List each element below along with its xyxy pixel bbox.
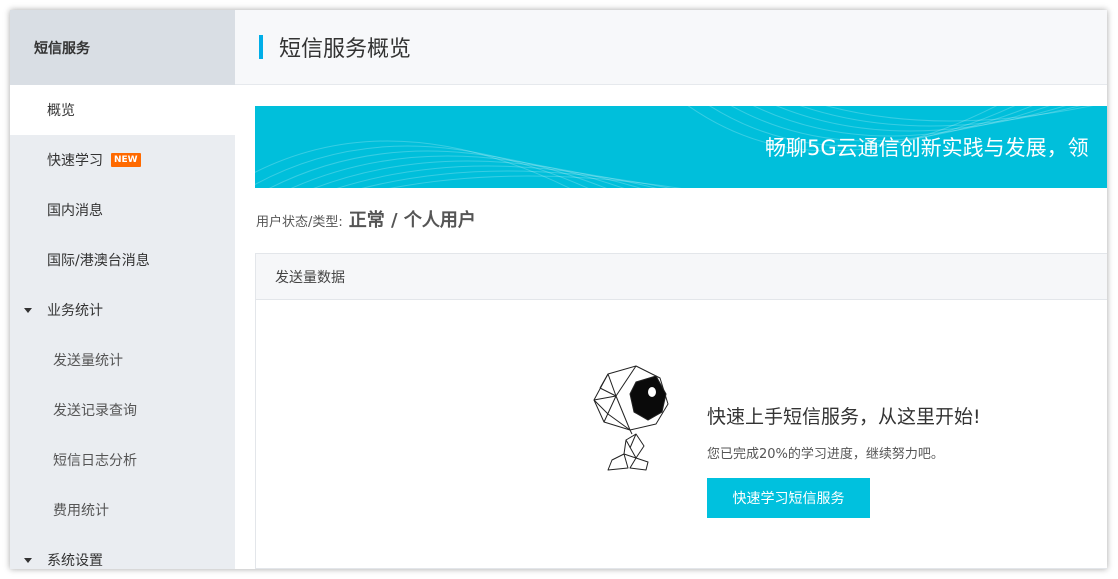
send-volume-panel: 发送量数据 快速上手短信服务，从这里开始! 您已完成20%的学习进度，继续努力吧… xyxy=(255,253,1107,569)
quick-learn-button[interactable]: 快速学习短信服务 xyxy=(707,478,870,518)
learning-progress-text: 您已完成20%的学习进度，继续努力吧。 xyxy=(707,447,944,462)
sidebar-item-quick-learn[interactable]: 快速学习 NEW xyxy=(10,135,235,185)
sidebar-group-business-stats[interactable]: 业务统计 xyxy=(10,285,235,335)
sidebar-item-overview[interactable]: 概览 xyxy=(10,85,235,135)
sidebar-title: 短信服务 xyxy=(10,10,235,85)
sidebar-item-international-messages[interactable]: 国际/港澳台消息 xyxy=(10,235,235,285)
sidebar-item-send-records[interactable]: 发送记录查询 xyxy=(10,385,235,435)
sidebar-item-send-volume-stats[interactable]: 发送量统计 xyxy=(10,335,235,385)
new-badge: NEW xyxy=(111,153,141,167)
sidebar-item-label: 快速学习 xyxy=(47,153,103,169)
sidebar-group-label: 系统设置 xyxy=(47,553,103,569)
sidebar-item-cost-stats[interactable]: 费用统计 xyxy=(10,485,235,535)
title-accent-bar xyxy=(259,35,263,59)
cta-title: 快速上手短信服务，从这里开始! xyxy=(707,406,981,428)
sidebar-item-label: 概览 xyxy=(47,103,75,119)
caret-down-icon xyxy=(24,557,32,563)
sidebar-item-label: 发送量统计 xyxy=(53,353,123,369)
promo-banner[interactable]: 畅聊5G云通信创新实践与发展，领 xyxy=(255,106,1107,188)
sidebar-item-label: 短信日志分析 xyxy=(53,453,137,469)
user-status-label: 用户状态/类型: xyxy=(256,215,343,230)
page-header: 短信服务概览 xyxy=(235,10,1107,85)
banner-text: 畅聊5G云通信创新实践与发展，领 xyxy=(765,136,1089,160)
sidebar-item-log-analysis[interactable]: 短信日志分析 xyxy=(10,435,235,485)
sidebar-item-label: 国际/港澳台消息 xyxy=(47,253,150,269)
page-title: 短信服务概览 xyxy=(279,37,412,62)
app-window: 短信服务 概览 快速学习 NEW 国内消息 国际/港澳台消息 业务统计 发送量统… xyxy=(10,10,1107,569)
user-status-value: 正常 / 个人用户 xyxy=(348,210,476,231)
caret-down-icon xyxy=(24,307,32,313)
user-status: 用户状态/类型: 正常 / 个人用户 xyxy=(256,206,476,232)
sidebar: 短信服务 概览 快速学习 NEW 国内消息 国际/港澳台消息 业务统计 发送量统… xyxy=(10,10,235,569)
main-content: 短信服务概览 畅聊5G云通信创新实践与发展，领 用户状态/类型: 正常 / 个人… xyxy=(235,10,1107,569)
robot-illustration xyxy=(593,365,669,471)
sidebar-item-label: 发送记录查询 xyxy=(53,403,137,419)
sidebar-item-domestic-messages[interactable]: 国内消息 xyxy=(10,185,235,235)
sidebar-item-label: 国内消息 xyxy=(47,203,103,219)
sidebar-group-system-settings[interactable]: 系统设置 xyxy=(10,535,235,569)
sidebar-group-label: 业务统计 xyxy=(47,303,103,319)
sidebar-item-label: 费用统计 xyxy=(53,503,109,519)
panel-title: 发送量数据 xyxy=(256,254,1107,300)
